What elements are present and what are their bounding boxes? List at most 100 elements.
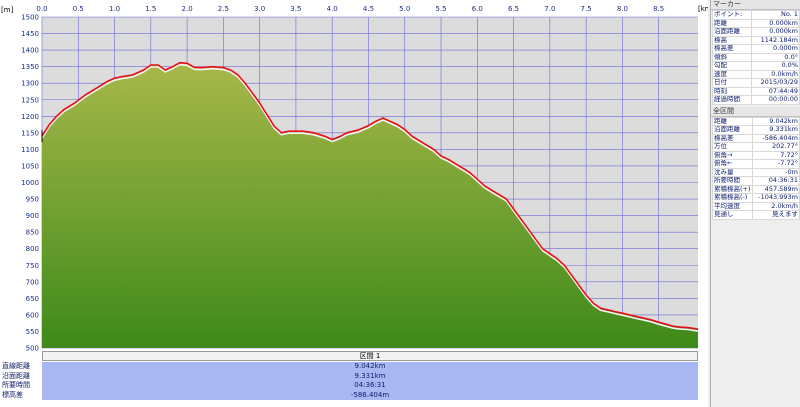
x-tick-label: 2.5 bbox=[218, 5, 229, 13]
info-row: 累積標高(+) 457.589m bbox=[712, 184, 800, 194]
y-tick-label: 950 bbox=[26, 196, 39, 204]
info-value: -586.404m bbox=[751, 133, 800, 143]
marker-info-table: ポイント: No. 1 距離 0.000km 沿面距離 0.000km 標高 1142.184… bbox=[712, 10, 800, 105]
x-tick-label: 4.5 bbox=[363, 5, 374, 13]
y-tick-label: 1400 bbox=[21, 47, 39, 55]
y-tick-label: 750 bbox=[26, 262, 39, 270]
y-tick-label: 1450 bbox=[21, 30, 39, 38]
x-tick-label: 6.0 bbox=[472, 5, 483, 13]
info-row: 傾斜 0.0° bbox=[712, 52, 800, 62]
info-row: 累積標高(-) -1043.993m bbox=[712, 193, 800, 203]
x-tick-label: 0.5 bbox=[73, 5, 84, 13]
info-row: 速度 0.0km/h bbox=[712, 69, 800, 79]
info-row: 日付 2015/03/29 bbox=[712, 78, 800, 88]
y-tick-label: 500 bbox=[26, 345, 39, 352]
info-row: 標高差 -586.404m bbox=[712, 133, 800, 143]
summary-label: 沿面距離 bbox=[2, 371, 30, 380]
info-value: 7.72° bbox=[751, 150, 800, 160]
info-row: ポイント: No. 1 bbox=[712, 10, 800, 20]
info-value: 04:36:31 bbox=[751, 176, 800, 186]
info-row: 標高差 0.000m bbox=[712, 44, 800, 54]
summary-value: 9.042km bbox=[354, 362, 386, 370]
info-value: 202.77° bbox=[751, 142, 800, 152]
info-value: 0.0° bbox=[751, 52, 800, 62]
x-tick-label: 7.0 bbox=[544, 5, 555, 13]
info-value: No. 1 bbox=[751, 10, 800, 20]
info-key: 見通し bbox=[712, 210, 753, 220]
y-tick-label: 1250 bbox=[21, 96, 39, 104]
info-row: 平均速度 2.0km/h bbox=[712, 201, 800, 211]
section-header: 全区間 bbox=[711, 106, 800, 117]
info-row: 沈み量 -0m bbox=[712, 167, 800, 177]
info-key: 速度 bbox=[712, 69, 752, 79]
section-bar[interactable]: 区間 1 bbox=[42, 351, 698, 361]
section-summary: 9.042km 9.331km 04:36:31 -586.404m bbox=[42, 362, 698, 400]
x-tick-label: 0.0 bbox=[36, 5, 47, 13]
info-value: 0.0% bbox=[751, 61, 800, 71]
y-tick-label: 1150 bbox=[21, 129, 39, 137]
info-key: 方位 bbox=[712, 142, 753, 152]
y-tick-label: 1300 bbox=[21, 80, 39, 88]
info-row: 見通し 見えます bbox=[712, 210, 800, 220]
info-key: 勾配 bbox=[712, 61, 752, 71]
info-value: 00:00:00 bbox=[751, 95, 800, 105]
info-value: 1142.184m bbox=[751, 35, 800, 45]
x-unit-label: [km] bbox=[698, 5, 708, 13]
summary-value: -586.404m bbox=[350, 390, 390, 399]
info-key: 距離 bbox=[712, 116, 753, 126]
info-value: 07:44:49 bbox=[751, 86, 800, 96]
info-value: 457.589m bbox=[751, 184, 800, 194]
y-tick-label: 900 bbox=[26, 212, 39, 220]
info-value: 見えます bbox=[751, 210, 800, 220]
info-value: 2.0km/h bbox=[751, 201, 800, 211]
info-row: 距離 9.042km bbox=[712, 116, 800, 126]
summary-label: 標高差 bbox=[2, 390, 23, 399]
info-key: 標高差 bbox=[712, 44, 752, 54]
elevation-chart[interactable]: 1500 1450 1400 1350 1300 1250 1200 1150 1100 1050… bbox=[0, 0, 708, 351]
info-key: 所要時間 bbox=[712, 176, 753, 186]
summary-label: 所要時間 bbox=[2, 381, 30, 389]
info-value: 0.000m bbox=[751, 44, 800, 54]
info-value: 9.042km bbox=[751, 116, 800, 126]
info-key: 沿面距離 bbox=[712, 125, 753, 135]
info-key: 時刻 bbox=[712, 86, 752, 96]
x-tick-label: 5.0 bbox=[399, 5, 410, 13]
y-tick-label: 1000 bbox=[21, 179, 39, 187]
x-tick-label: 8.0 bbox=[617, 5, 628, 13]
info-key: 経過時間 bbox=[712, 95, 752, 105]
x-tick-label: 7.5 bbox=[581, 5, 592, 13]
y-tick-label: 1050 bbox=[21, 162, 39, 170]
info-row: 標高 1142.184m bbox=[712, 35, 800, 45]
info-key: 日付 bbox=[712, 78, 752, 88]
info-key: 距離 bbox=[712, 18, 752, 28]
info-value: -1043.993m bbox=[751, 193, 800, 203]
y-tick-label: 850 bbox=[26, 229, 39, 237]
info-key: 沈み量 bbox=[712, 167, 753, 177]
info-panel: マーカー ポイント: No. 1 距離 0.000km 沿面距離 0.000km 標高 114… bbox=[710, 0, 800, 407]
profile-panel: 1500 1450 1400 1350 1300 1250 1200 1150 1100 1050… bbox=[0, 0, 708, 407]
info-key: 累積標高(+) bbox=[712, 184, 753, 194]
x-tick-label: 8.5 bbox=[653, 5, 664, 13]
y-tick-label: 550 bbox=[26, 328, 39, 336]
info-value: -0m bbox=[751, 167, 800, 177]
y-unit-label: [m] bbox=[1, 6, 14, 14]
x-tick-label: 5.5 bbox=[435, 5, 446, 13]
info-value: 9.331km bbox=[751, 125, 800, 135]
info-key: ポイント: bbox=[712, 10, 752, 20]
x-tick-label: 2.0 bbox=[182, 5, 193, 13]
info-row: 距離 0.000km bbox=[712, 18, 800, 28]
info-row: 方位 202.77° bbox=[712, 142, 800, 152]
marker-header: マーカー bbox=[711, 0, 800, 10]
x-tick-label: 1.5 bbox=[145, 5, 156, 13]
info-key: 標高 bbox=[712, 35, 752, 45]
y-tick-label: 1200 bbox=[21, 113, 39, 121]
info-key: 沿面距離 bbox=[712, 27, 752, 37]
info-row: 俯角← -7.72° bbox=[712, 159, 800, 169]
section-info-table: 距離 9.042km 沿面距離 9.331km 標高差 -586.404m 方位 202.77… bbox=[712, 116, 800, 220]
info-key: 俯角← bbox=[712, 159, 753, 169]
info-key: 俯角→ bbox=[712, 150, 753, 160]
info-row: 沿面距離 9.331km bbox=[712, 125, 800, 135]
info-key: 傾斜 bbox=[712, 52, 752, 62]
summary-value: 9.331km bbox=[354, 371, 386, 380]
x-tick-label: 3.0 bbox=[254, 5, 265, 13]
